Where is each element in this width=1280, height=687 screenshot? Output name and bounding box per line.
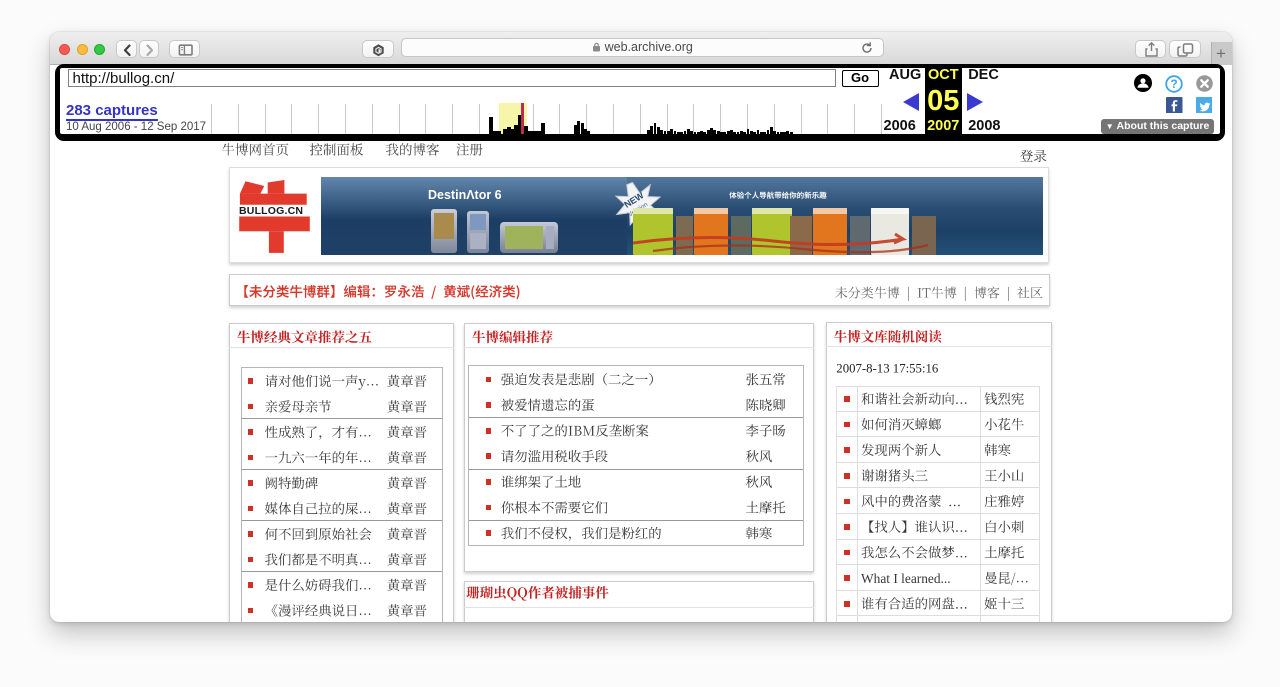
svg-text:2007-8-13 17:55:16: 2007-8-13 17:55:16: [836, 362, 939, 376]
svg-text:?: ?: [1170, 77, 1177, 91]
svg-text:What I learned...: What I learned...: [861, 571, 951, 586]
